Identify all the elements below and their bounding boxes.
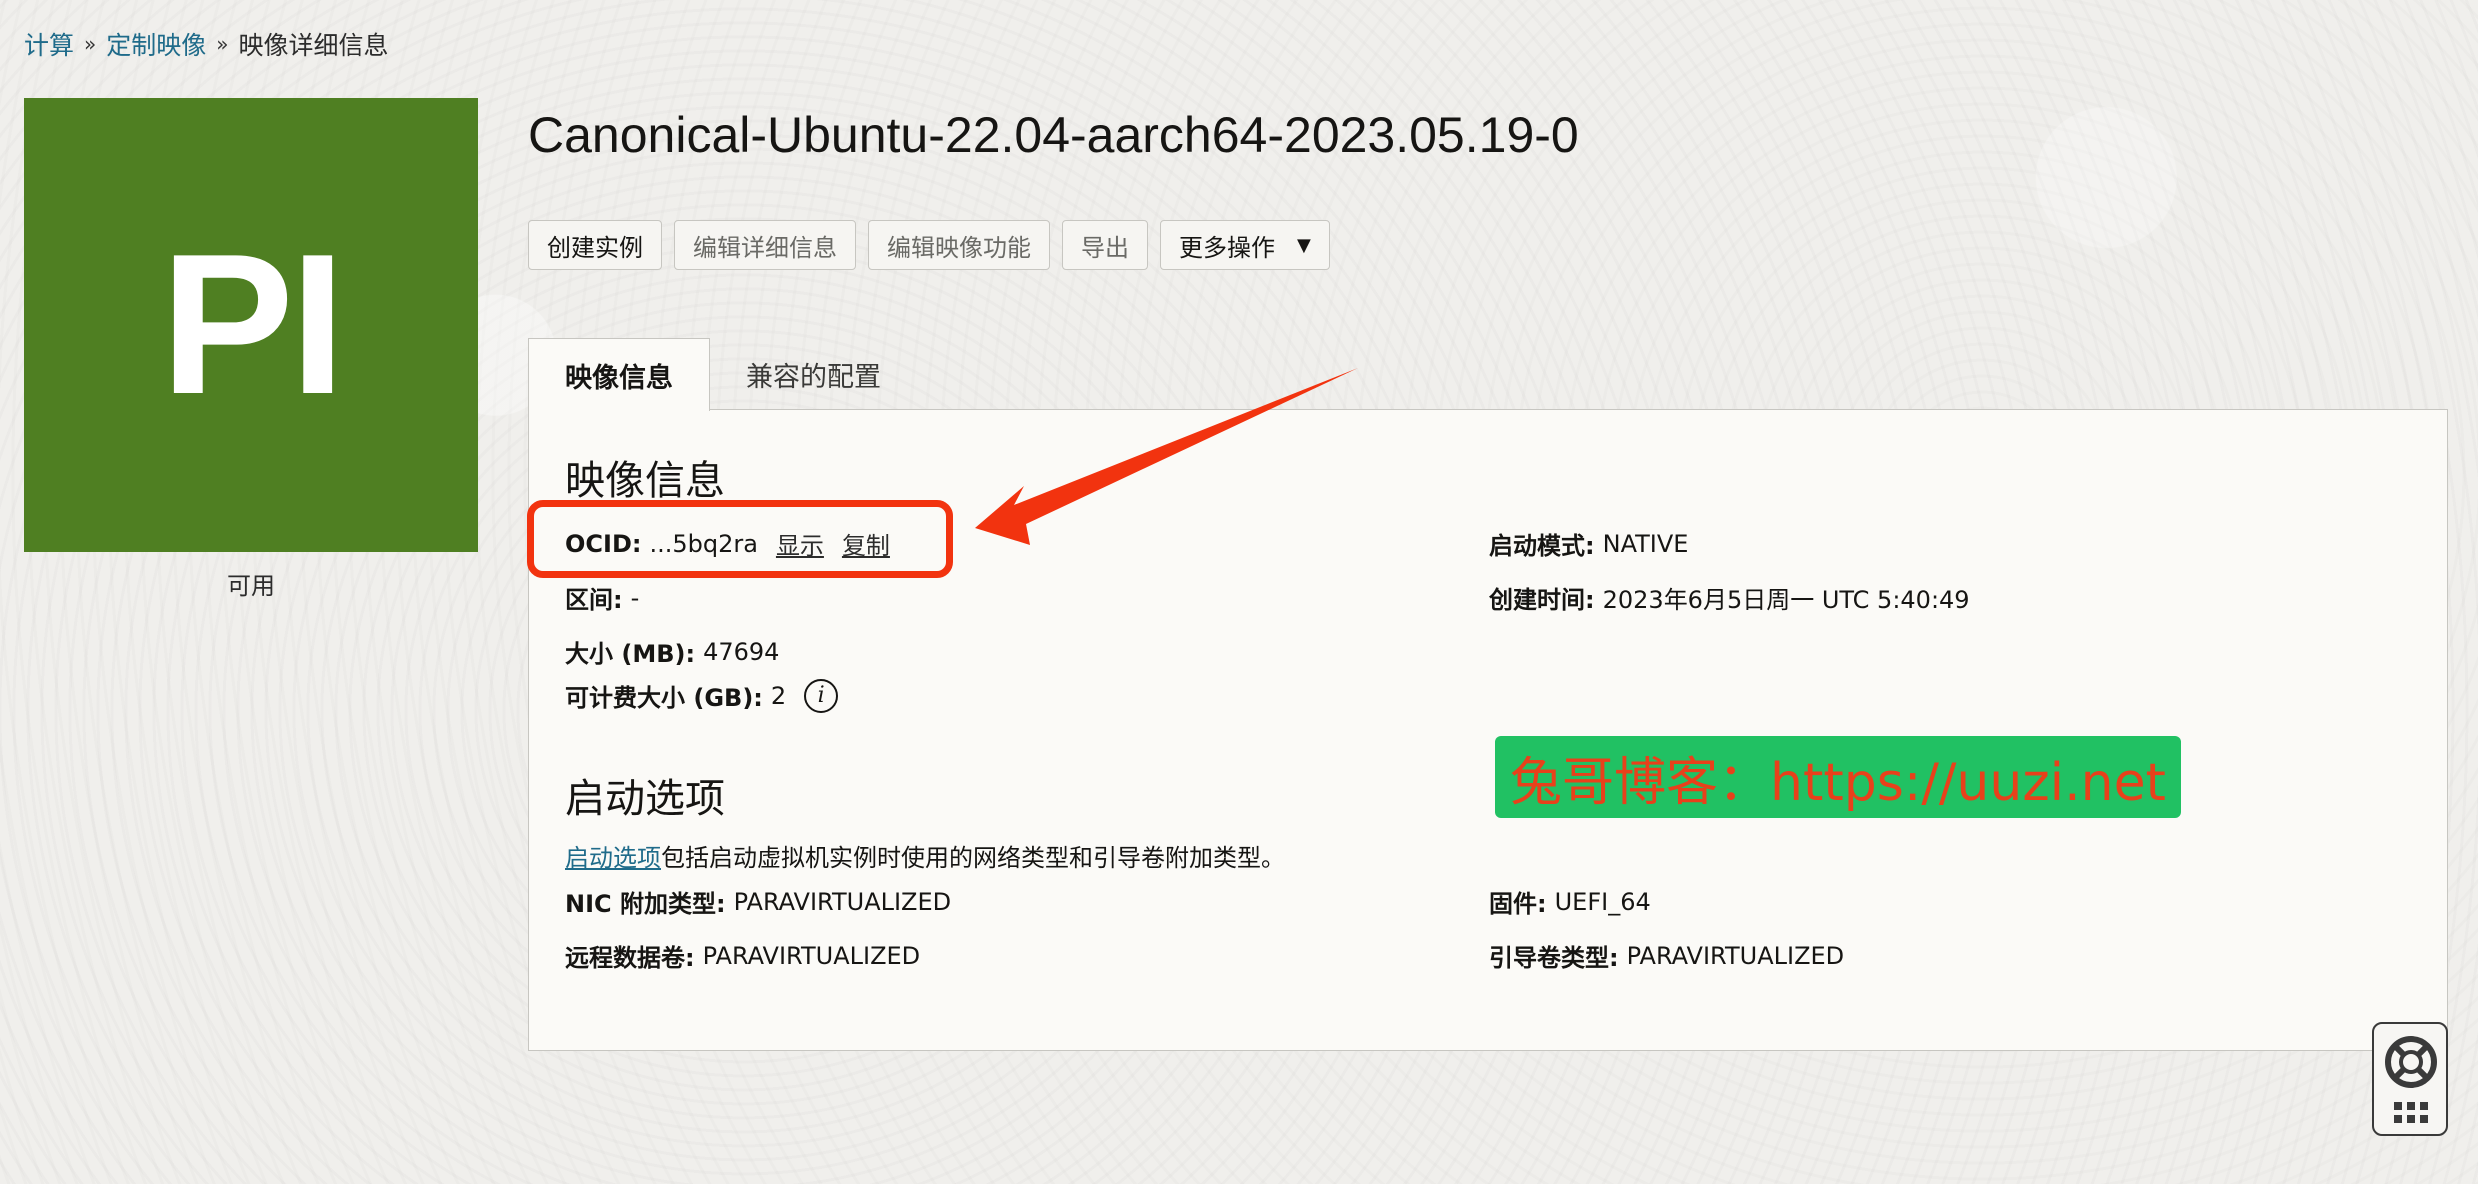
- tab-image-info[interactable]: 映像信息: [528, 338, 710, 411]
- watermark-banner: 兔哥博客：https://uuzi.net: [1495, 736, 2181, 818]
- help-widget[interactable]: [2372, 1022, 2448, 1136]
- lifebuoy-icon: [2385, 1036, 2437, 1123]
- annotation-arrow-icon: [975, 368, 1358, 545]
